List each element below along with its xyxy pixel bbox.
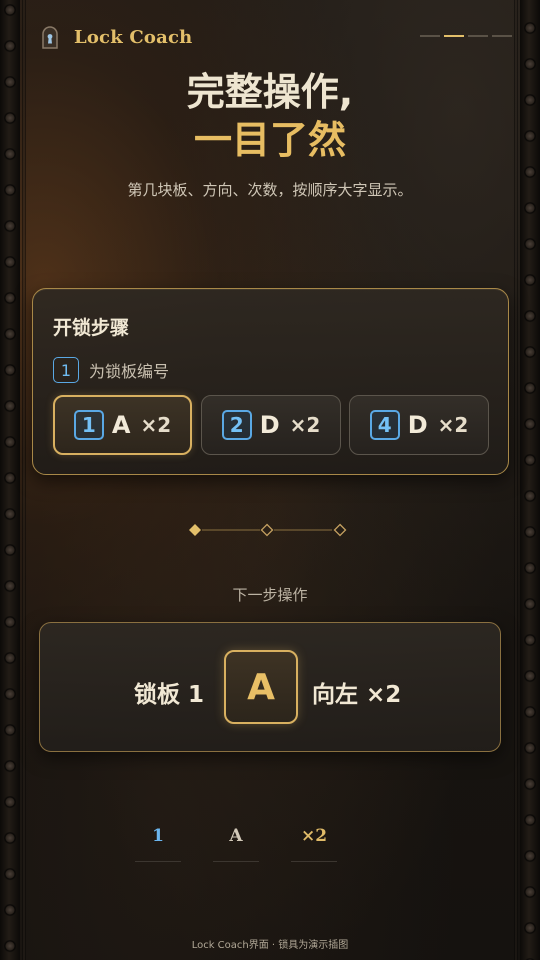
- unlock-steps-card: 开锁步骤 1 为锁板编号 1 A ×2 2 D ×2 4 D ×2: [32, 288, 509, 475]
- triad-underline: [135, 861, 181, 862]
- legend-text: 为锁板编号: [89, 362, 170, 381]
- page-subtitle: 第几块板、方向、次数，按顺序大字显示。: [127, 181, 413, 199]
- step-chip-3[interactable]: 4 D ×2: [349, 395, 489, 455]
- keyhole-lock-icon: [42, 26, 58, 49]
- next-step-card: 锁板 1 A 向左 ×2: [39, 622, 501, 752]
- headline-line-2: 一目了然: [193, 118, 346, 162]
- step-plate-number: 4: [369, 410, 400, 440]
- plate-number-legend: 1 为锁板编号: [53, 357, 169, 383]
- step-count: ×2: [289, 413, 321, 437]
- headline-line-1: 完整操作,: [186, 70, 354, 114]
- footer-caption: Lock Coach界面 · 锁具为演示插图: [191, 940, 349, 951]
- next-board-text: 锁板 1: [134, 682, 205, 708]
- step-chip-2[interactable]: 2 D ×2: [201, 395, 341, 455]
- step-plate-number: 1: [73, 410, 104, 440]
- triad-key: A: [229, 826, 243, 846]
- app-brand: Lock Coach: [40, 24, 192, 50]
- page-headline: 完整操作, 一目了然: [0, 68, 540, 164]
- page-dot-1[interactable]: [420, 35, 440, 37]
- app-name: Lock Coach: [74, 26, 193, 48]
- page-dot-3[interactable]: [468, 35, 488, 37]
- step-progress-indicator: [189, 523, 347, 537]
- triad-underline: [213, 861, 259, 862]
- step-count: ×2: [140, 413, 172, 437]
- page-dot-2[interactable]: [444, 35, 464, 37]
- step-count: ×2: [437, 413, 469, 437]
- progress-diamond: [333, 523, 347, 537]
- triad-count: ×2: [300, 826, 328, 846]
- step-plate-number: 2: [221, 410, 252, 440]
- next-direction-key: A: [224, 650, 298, 724]
- legend-number-badge: 1: [53, 357, 79, 383]
- triad-plate-number: 1: [152, 826, 164, 846]
- page-indicator: [420, 35, 512, 37]
- step-chip-1[interactable]: 1 A ×2: [53, 395, 192, 455]
- progress-diamond: [260, 523, 274, 537]
- progress-diamond-active: [189, 524, 201, 536]
- step-direction-key: A: [111, 411, 131, 439]
- triad-underline: [291, 861, 337, 862]
- step-direction-key: D: [407, 411, 428, 439]
- steps-title: 开锁步骤: [53, 317, 130, 339]
- step-direction-key: D: [259, 411, 280, 439]
- next-direction-text: 向左 ×2: [312, 682, 402, 708]
- next-step-label: 下一步操作: [232, 586, 308, 604]
- page-dot-4[interactable]: [492, 35, 512, 37]
